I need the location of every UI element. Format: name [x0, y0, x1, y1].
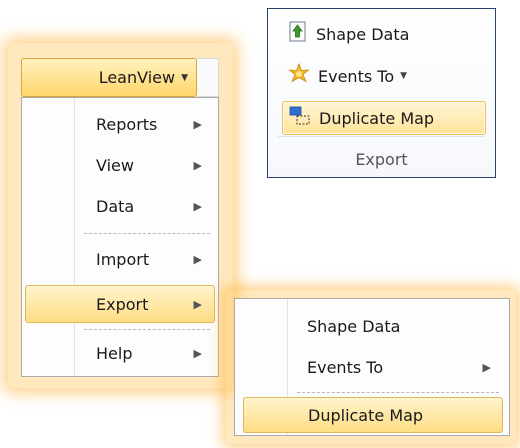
menu-item-export[interactable]: Export ▶: [25, 285, 215, 323]
submenu-item-shape-data[interactable]: Shape Data: [239, 308, 505, 344]
submenu-item-label: Shape Data: [307, 316, 401, 336]
chevron-down-icon: ▼: [400, 71, 408, 81]
ribbon-events-to-label: Events To: [318, 66, 395, 86]
menu-item-label: Import: [96, 249, 150, 269]
submenu-arrow-icon: ▶: [193, 199, 202, 213]
submenu-arrow-icon: ▶: [193, 158, 202, 172]
export-submenu: Shape Data Events To ▶ Duplicate Map: [234, 298, 510, 436]
menu-item-reports[interactable]: Reports ▶: [26, 105, 214, 143]
shape-data-icon: [288, 21, 308, 47]
ribbon-shape-data-button[interactable]: Shape Data: [282, 17, 415, 51]
submenu-item-events-to[interactable]: Events To ▶: [239, 349, 505, 385]
submenu-item-label: Duplicate Map: [308, 405, 424, 425]
ribbon-duplicate-map-button[interactable]: Duplicate Map: [282, 101, 486, 135]
submenu-arrow-icon: ▶: [482, 360, 491, 374]
ribbon-group-label: Export: [355, 150, 408, 169]
ribbon-group-divider: [278, 136, 485, 137]
chevron-down-icon: ▼: [181, 72, 188, 83]
menu-separator: [84, 329, 210, 330]
menu-item-import[interactable]: Import ▶: [26, 240, 214, 278]
menu-separator: [297, 392, 499, 393]
menu-item-data[interactable]: Data ▶: [26, 187, 214, 225]
submenu-arrow-icon: ▶: [193, 297, 202, 311]
toolbar-background: [197, 58, 219, 97]
events-icon: [288, 62, 310, 89]
leanview-dropdown-menu: Reports ▶ View ▶ Data ▶ Import ▶ Export …: [21, 97, 219, 377]
ribbon-events-to-button[interactable]: Events To ▼: [282, 59, 413, 93]
leanview-menu-button[interactable]: LeanView ▼: [21, 58, 197, 97]
submenu-arrow-icon: ▶: [193, 252, 202, 266]
menu-item-label: Data: [96, 196, 135, 216]
submenu-item-duplicate-map[interactable]: Duplicate Map: [243, 397, 503, 433]
menu-item-help[interactable]: Help ▶: [26, 334, 214, 372]
menu-item-label: Export: [96, 294, 149, 314]
ribbon-shape-data-label: Shape Data: [316, 24, 410, 44]
submenu-arrow-icon: ▶: [193, 117, 202, 131]
menu-item-view[interactable]: View ▶: [26, 146, 214, 184]
submenu-item-label: Events To: [307, 357, 384, 377]
duplicate-map-icon: [289, 106, 311, 130]
submenu-arrow-icon: ▶: [193, 346, 202, 360]
ribbon-export-group: Shape Data Events To ▼ Duplicate Map Exp…: [267, 8, 496, 178]
menu-item-label: Help: [96, 343, 133, 363]
menu-separator: [84, 233, 210, 234]
menu-item-label: View: [96, 155, 134, 175]
ribbon-duplicate-map-label: Duplicate Map: [319, 108, 435, 128]
leanview-button-label: LeanView: [98, 68, 176, 87]
menu-item-label: Reports: [96, 114, 158, 134]
